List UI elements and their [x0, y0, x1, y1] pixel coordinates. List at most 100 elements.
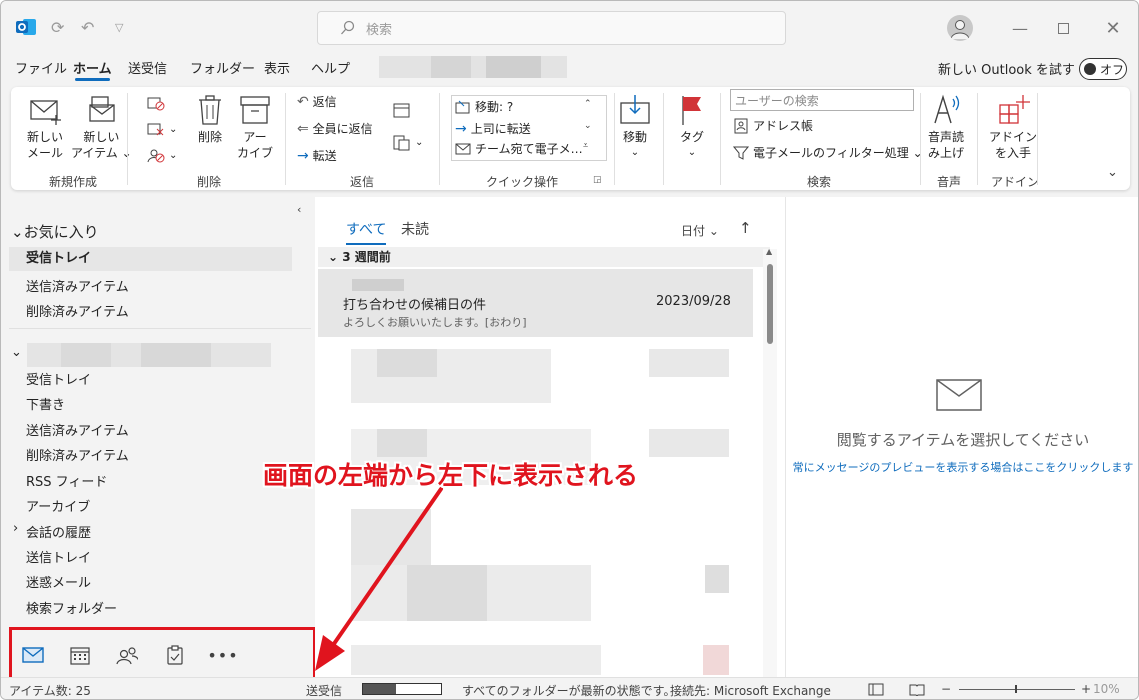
tasks-module-button[interactable]: [164, 644, 186, 666]
reply-all-label: 全員に返信: [312, 122, 373, 136]
move-label: 移動: [622, 130, 647, 144]
filter-all-tab[interactable]: すべて: [346, 219, 387, 245]
meeting-button[interactable]: [393, 101, 415, 119]
message-list-scrollbar[interactable]: ▲: [763, 247, 777, 677]
sort-direction-button[interactable]: ↑: [739, 219, 752, 237]
outlook-app-icon: [16, 19, 36, 35]
folder-rss-feeds[interactable]: RSS フィード: [26, 471, 107, 490]
collapse-pane-icon[interactable]: ‹: [297, 203, 301, 216]
chevron-down-icon[interactable]: ⌄: [11, 345, 22, 360]
chevron-down-icon: ⌄: [687, 147, 697, 158]
redacted-block: [649, 349, 729, 377]
tab-help[interactable]: ヘルプ: [311, 58, 350, 77]
favorite-sent-items[interactable]: 送信済みアイテム: [26, 276, 129, 295]
folder-search-folders[interactable]: 検索フォルダー: [26, 598, 117, 617]
group-header[interactable]: ⌄ 3 週間前: [318, 247, 770, 267]
filter-unread-tab[interactable]: 未読: [401, 219, 429, 239]
dialog-launcher-icon[interactable]: ◲: [593, 175, 602, 185]
quick-step-move[interactable]: 移動: ?: [455, 98, 513, 115]
archive-button[interactable]: アー カイブ: [237, 93, 273, 161]
cleanup-button[interactable]: ⌄: [147, 121, 177, 137]
quick-step-to-manager[interactable]: → 上司に転送: [455, 120, 531, 137]
search-input[interactable]: 検索: [317, 11, 786, 45]
tags-button[interactable]: タグ ⌄: [675, 93, 709, 161]
delete-button[interactable]: 削除: [193, 93, 227, 145]
get-addins-button[interactable]: アドイン を入手: [989, 93, 1037, 161]
folder-sent-items[interactable]: 送信済みアイテム: [26, 420, 129, 439]
gallery-down-icon[interactable]: ⌄: [584, 121, 592, 131]
new-items-button[interactable]: 新しい アイテム ⌄: [71, 93, 132, 161]
more-apps-icon[interactable]: •••: [207, 644, 237, 666]
redacted-block: [377, 429, 427, 457]
folder-outbox[interactable]: 送信トレイ: [26, 547, 91, 566]
read-aloud-line2: み上げ: [928, 146, 965, 160]
new-outlook-toggle[interactable]: オフ: [1079, 58, 1127, 80]
folder-archive[interactable]: アーカイブ: [26, 496, 90, 515]
tab-send-receive[interactable]: 送受信: [128, 58, 167, 77]
chevron-down-icon: ⌄: [169, 123, 178, 135]
folder-junk-email[interactable]: 迷惑メール: [26, 572, 91, 591]
folder-inbox[interactable]: 受信トレイ: [26, 369, 91, 388]
forward-button[interactable]: → 転送: [297, 147, 337, 164]
chevron-down-icon: ⌄: [328, 250, 343, 264]
gallery-up-icon[interactable]: ⌃: [584, 99, 592, 109]
reading-view-icon[interactable]: [909, 683, 925, 696]
folder-conversation-history[interactable]: 会話の履歴: [26, 522, 91, 541]
minimize-button[interactable]: —: [1007, 15, 1033, 41]
send-receive-all-icon[interactable]: ⟳: [51, 15, 64, 39]
send-receive-progress: [362, 683, 442, 695]
calendar-module-button[interactable]: [69, 644, 91, 666]
tab-view[interactable]: 表示: [264, 58, 290, 77]
try-new-outlook-label: 新しい Outlook を試す: [938, 63, 1075, 78]
mail-module-button[interactable]: [22, 644, 44, 666]
read-aloud-button[interactable]: 音声読 み上げ: [928, 93, 964, 161]
ribbon-separator: [127, 93, 128, 185]
favorites-header[interactable]: ⌄お気に入り: [11, 221, 99, 242]
redacted-block: [61, 343, 111, 367]
reply-all-icon: ⇐: [297, 120, 309, 137]
reply-button[interactable]: ↶ 返信: [297, 93, 337, 110]
zoom-slider-thumb[interactable]: [1015, 685, 1017, 693]
chevron-down-icon: ⌄: [415, 136, 424, 148]
delete-label: 削除: [197, 130, 222, 144]
zoom-out-icon[interactable]: −: [941, 682, 951, 696]
zoom-in-icon[interactable]: +: [1081, 682, 1091, 696]
people-module-button[interactable]: [116, 644, 138, 666]
undo-icon[interactable]: ↶: [81, 15, 94, 39]
favorite-inbox[interactable]: 受信トレイ: [9, 247, 292, 271]
maximize-button[interactable]: [1050, 15, 1076, 41]
zoom-slider[interactable]: [959, 689, 1075, 690]
new-mail-button[interactable]: 新しい メール: [27, 93, 63, 161]
tab-file[interactable]: ファイル: [15, 58, 67, 77]
gallery-expand-icon[interactable]: ⩡: [583, 141, 588, 151]
address-book-button[interactable]: アドレス帳: [733, 117, 813, 134]
scroll-up-icon[interactable]: ▲: [766, 247, 772, 256]
reply-all-button[interactable]: ⇐ 全員に返信: [297, 120, 373, 137]
group-label-respond: 返信: [350, 175, 375, 189]
customize-qat-icon[interactable]: ▽: [115, 15, 123, 39]
redacted-block: [649, 429, 729, 457]
ribbon-collapse-icon[interactable]: ⌄: [1107, 165, 1118, 180]
more-respond-button[interactable]: ⌄: [393, 133, 423, 151]
tab-home[interactable]: ホーム: [73, 58, 112, 81]
redacted-block: [377, 349, 437, 377]
always-preview-link[interactable]: 常にメッセージのプレビューを表示する場合はここをクリックします: [786, 459, 1138, 475]
folder-deleted-items[interactable]: 削除済みアイテム: [26, 445, 129, 464]
close-button[interactable]: ✕: [1100, 15, 1126, 41]
sort-by-date[interactable]: 日付 ⌄: [681, 222, 719, 239]
tab-folder[interactable]: フォルダー: [190, 58, 255, 77]
junk-button[interactable]: ⌄: [147, 147, 177, 163]
ignore-button[interactable]: [147, 95, 169, 111]
user-search-input[interactable]: ユーザーの検索: [730, 89, 914, 111]
ribbon-separator: [439, 93, 440, 185]
scroll-thumb[interactable]: [767, 264, 773, 344]
filter-email-button[interactable]: 電子メールのフィルター処理 ⌄: [733, 144, 923, 161]
chevron-right-icon[interactable]: ›: [13, 521, 18, 536]
quick-step-team-email[interactable]: チーム宛て電子メ…: [455, 140, 583, 157]
move-button[interactable]: 移動 ⌄: [618, 93, 652, 161]
folder-drafts[interactable]: 下書き: [26, 394, 65, 413]
normal-view-icon[interactable]: [868, 683, 884, 696]
person-icon: [950, 20, 970, 40]
avatar[interactable]: [947, 15, 973, 41]
favorite-deleted-items[interactable]: 削除済みアイテム: [26, 301, 129, 320]
